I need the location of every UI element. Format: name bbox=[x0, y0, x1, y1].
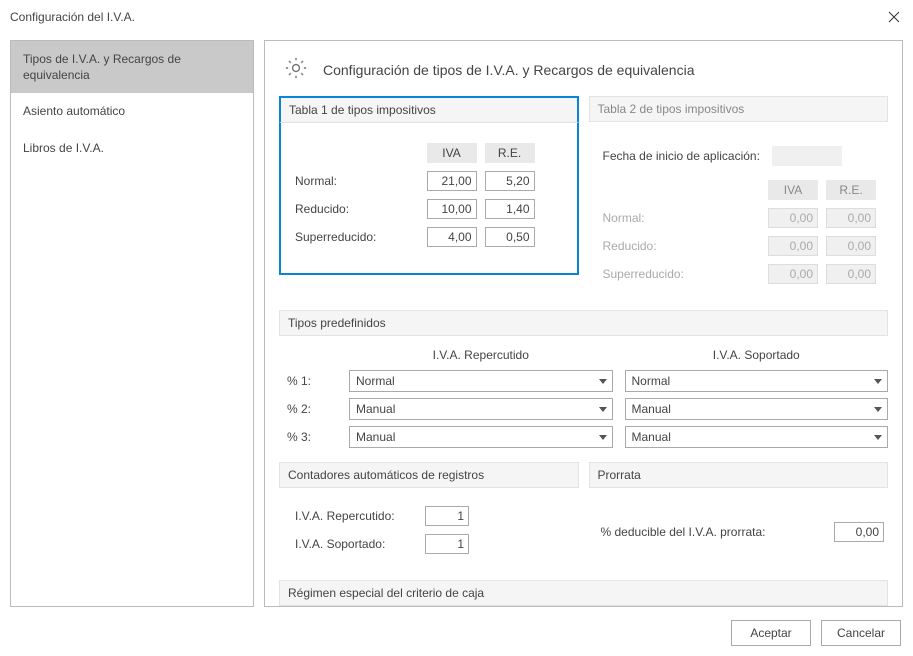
tabla1-reducido-iva[interactable] bbox=[427, 199, 477, 219]
chevron-down-icon bbox=[598, 403, 608, 417]
chevron-down-icon bbox=[598, 431, 608, 445]
sidebar-item-asiento-automatico[interactable]: Asiento automático bbox=[11, 93, 253, 129]
tabla1-reducido-label: Reducido: bbox=[295, 202, 427, 216]
predef-row2-label: % 2: bbox=[281, 402, 337, 416]
tabla2-normal-re: 0,00 bbox=[826, 208, 876, 228]
predef-rep1-value: Normal bbox=[356, 374, 395, 388]
tabla2-fecha-input[interactable] bbox=[772, 146, 842, 166]
prorrata-title: Prorrata bbox=[589, 462, 889, 488]
prorrata-input[interactable] bbox=[834, 522, 884, 542]
contadores-title: Contadores automáticos de registros bbox=[279, 462, 579, 488]
chevron-down-icon bbox=[873, 431, 883, 445]
window-title: Configuración del I.V.A. bbox=[10, 10, 135, 24]
predef-sop1-select[interactable]: Normal bbox=[625, 370, 889, 392]
sidebar-item-tipos-iva[interactable]: Tipos de I.V.A. y Recargos de equivalenc… bbox=[11, 41, 253, 93]
prorrata-label: % deducible del I.V.A. prorrata: bbox=[601, 525, 825, 539]
tabla2-title: Tabla 2 de tipos impositivos bbox=[589, 96, 889, 122]
tabla1-super-re[interactable] bbox=[485, 227, 535, 247]
tabla1-reducido-re[interactable] bbox=[485, 199, 535, 219]
tabla1-title: Tabla 1 de tipos impositivos bbox=[279, 96, 579, 123]
predef-sop3-select[interactable]: Manual bbox=[625, 426, 889, 448]
gear-icon bbox=[283, 55, 309, 84]
accept-button[interactable]: Aceptar bbox=[731, 620, 811, 646]
tabla2-normal-iva: 0,00 bbox=[768, 208, 818, 228]
sidebar-item-label: Asiento automático bbox=[23, 104, 125, 118]
tabla2-col-re: R.E. bbox=[826, 180, 876, 200]
chevron-down-icon bbox=[873, 375, 883, 389]
predef-row3-label: % 3: bbox=[281, 430, 337, 444]
cont-sop-input[interactable] bbox=[425, 534, 469, 554]
predef-row1-label: % 1: bbox=[281, 374, 337, 388]
predef-rep1-select[interactable]: Normal bbox=[349, 370, 613, 392]
sidebar-item-label: Libros de I.V.A. bbox=[23, 141, 104, 155]
chevron-down-icon bbox=[598, 375, 608, 389]
predef-sop2-value: Manual bbox=[632, 402, 671, 416]
cont-rep-label: I.V.A. Repercutido: bbox=[295, 509, 425, 523]
predef-rep3-value: Manual bbox=[356, 430, 395, 444]
cont-rep-input[interactable] bbox=[425, 506, 469, 526]
tabla1-super-label: Superreducido: bbox=[295, 230, 427, 244]
chevron-down-icon bbox=[873, 403, 883, 417]
predef-rep3-select[interactable]: Manual bbox=[349, 426, 613, 448]
predef-rep2-value: Manual bbox=[356, 402, 395, 416]
sidebar: Tipos de I.V.A. y Recargos de equivalenc… bbox=[10, 40, 254, 607]
tabla2-panel: Fecha de inicio de aplicación: IVA R.E. … bbox=[589, 132, 889, 296]
cancel-button[interactable]: Cancelar bbox=[821, 620, 901, 646]
predef-rep2-select[interactable]: Manual bbox=[349, 398, 613, 420]
tabla1-super-iva[interactable] bbox=[427, 227, 477, 247]
tabla1-col-re: R.E. bbox=[485, 143, 535, 163]
page-title: Configuración de tipos de I.V.A. y Recar… bbox=[323, 62, 695, 78]
tabla1-panel: IVA R.E. Normal: Reducido: bbox=[279, 123, 579, 275]
tabla2-reducido-iva: 0,00 bbox=[768, 236, 818, 256]
cont-sop-label: I.V.A. Soportado: bbox=[295, 537, 425, 551]
close-icon[interactable] bbox=[885, 8, 903, 26]
tabla1-normal-label: Normal: bbox=[295, 174, 427, 188]
sidebar-item-label: Tipos de I.V.A. y Recargos de equivalenc… bbox=[23, 52, 181, 82]
predef-sop3-value: Manual bbox=[632, 430, 671, 444]
tabla1-normal-re[interactable] bbox=[485, 171, 535, 191]
predef-col-repercutido: I.V.A. Repercutido bbox=[349, 346, 613, 364]
tabla2-reducido-re: 0,00 bbox=[826, 236, 876, 256]
tabla2-fecha-label: Fecha de inicio de aplicación: bbox=[603, 149, 760, 163]
tabla2-col-iva: IVA bbox=[768, 180, 818, 200]
predef-title: Tipos predefinidos bbox=[279, 310, 888, 336]
main-panel: Configuración de tipos de I.V.A. y Recar… bbox=[264, 40, 903, 607]
tabla2-super-label: Superreducido: bbox=[595, 267, 769, 281]
predef-grid: I.V.A. Repercutido I.V.A. Soportado % 1:… bbox=[279, 346, 888, 448]
predef-col-soportado: I.V.A. Soportado bbox=[625, 346, 889, 364]
tabla1-normal-iva[interactable] bbox=[427, 171, 477, 191]
sidebar-item-libros-iva[interactable]: Libros de I.V.A. bbox=[11, 130, 253, 166]
predef-sop1-value: Normal bbox=[632, 374, 671, 388]
tabla1-col-iva: IVA bbox=[427, 143, 477, 163]
tabla2-super-iva: 0,00 bbox=[768, 264, 818, 284]
predef-sop2-select[interactable]: Manual bbox=[625, 398, 889, 420]
tabla2-super-re: 0,00 bbox=[826, 264, 876, 284]
recc-title: Régimen especial del criterio de caja bbox=[279, 580, 888, 606]
tabla2-normal-label: Normal: bbox=[595, 211, 769, 225]
tabla2-reducido-label: Reducido: bbox=[595, 239, 769, 253]
